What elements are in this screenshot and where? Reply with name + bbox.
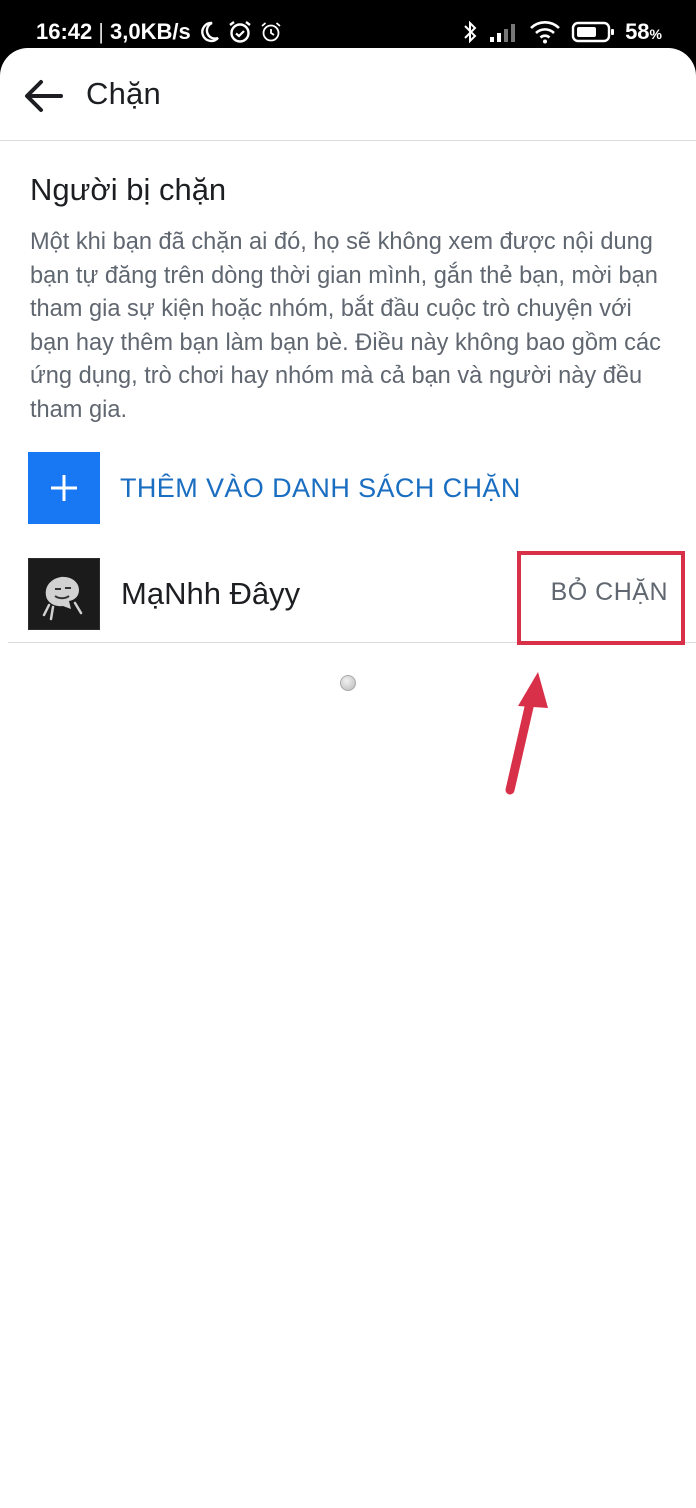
section-title: Người bị chặn (30, 172, 227, 207)
status-separator: | (98, 19, 104, 44)
app-bar: Chặn (0, 48, 696, 141)
alarm-outline-icon (259, 20, 283, 44)
section-description: Một khi bạn đã chặn ai đó, họ sẽ không x… (30, 229, 661, 423)
add-to-block-list-button[interactable]: THÊM VÀO DANH SÁCH CHẶN (28, 452, 521, 524)
status-time: 16:42 (36, 19, 93, 44)
moon-icon (197, 20, 221, 44)
signal-icon (489, 21, 519, 43)
page-title: Chặn (86, 76, 161, 111)
annotation-highlight-box (517, 551, 685, 645)
blocking-screen: Chặn Người bị chặn Một khi bạn đã chặn a… (0, 48, 696, 1508)
back-button[interactable] (20, 76, 66, 116)
add-to-block-list-label[interactable]: THÊM VÀO DANH SÁCH CHẶN (120, 473, 521, 504)
blocked-user-name: MạNhh Đâyy (121, 576, 301, 611)
status-left: 16:42 | 3,0KB/s (36, 18, 283, 46)
battery-percent: 58% (625, 19, 662, 44)
plus-icon (49, 473, 79, 503)
meme-face-avatar-icon (29, 559, 99, 629)
bluetooth-icon (461, 19, 479, 45)
arrow-left-icon (23, 79, 63, 113)
battery-icon (571, 20, 615, 44)
loading-indicator (340, 675, 356, 691)
add-button-tile[interactable] (28, 452, 100, 524)
status-network-speed: 3,0KB/s (110, 19, 191, 44)
wifi-icon (529, 20, 561, 44)
status-right: 58% (461, 18, 662, 46)
avatar (28, 558, 100, 630)
annotation-arrow (498, 666, 558, 801)
alarm-icon (227, 19, 253, 45)
